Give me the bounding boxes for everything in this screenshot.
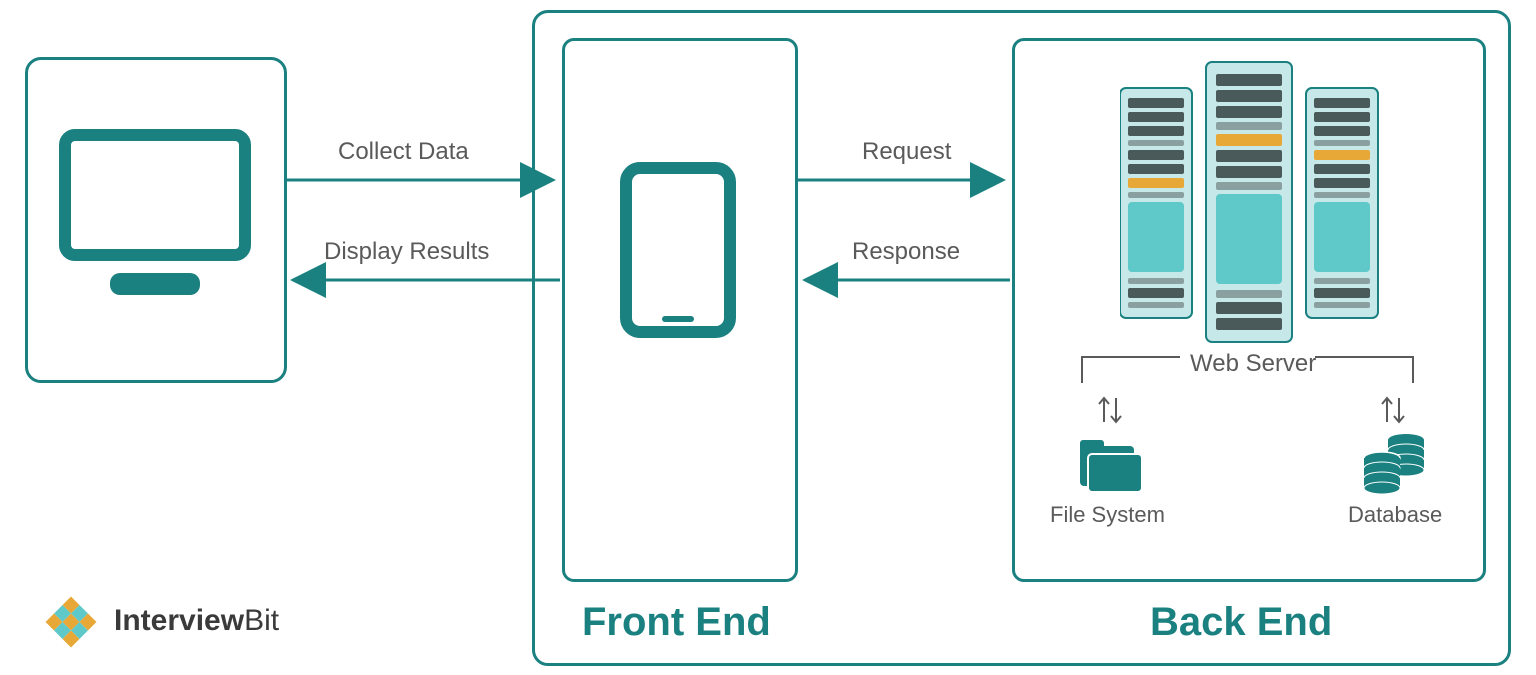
database-icon bbox=[1360, 432, 1430, 496]
folder-icon bbox=[1076, 436, 1146, 494]
brand-text: InterviewBit bbox=[114, 604, 279, 638]
request-label: Request bbox=[862, 138, 951, 166]
server-rack-icon bbox=[1120, 52, 1380, 352]
monitor-icon bbox=[55, 125, 255, 315]
updown-arrows-left-icon bbox=[1095, 392, 1125, 428]
arrows-middle bbox=[796, 160, 1012, 300]
display-results-label: Display Results bbox=[324, 238, 489, 266]
filesystem-label: File System bbox=[1050, 502, 1165, 528]
frontend-title: Front End bbox=[582, 600, 771, 645]
response-label: Response bbox=[852, 238, 960, 266]
database-label: Database bbox=[1348, 502, 1442, 528]
smartphone-icon bbox=[618, 160, 738, 340]
webserver-label: Web Server bbox=[1190, 350, 1316, 378]
arrows-left bbox=[284, 160, 562, 300]
updown-arrows-right-icon bbox=[1378, 392, 1408, 428]
collect-data-label: Collect Data bbox=[338, 138, 469, 166]
backend-title: Back End bbox=[1150, 600, 1332, 645]
brand-logo-icon bbox=[34, 594, 108, 650]
